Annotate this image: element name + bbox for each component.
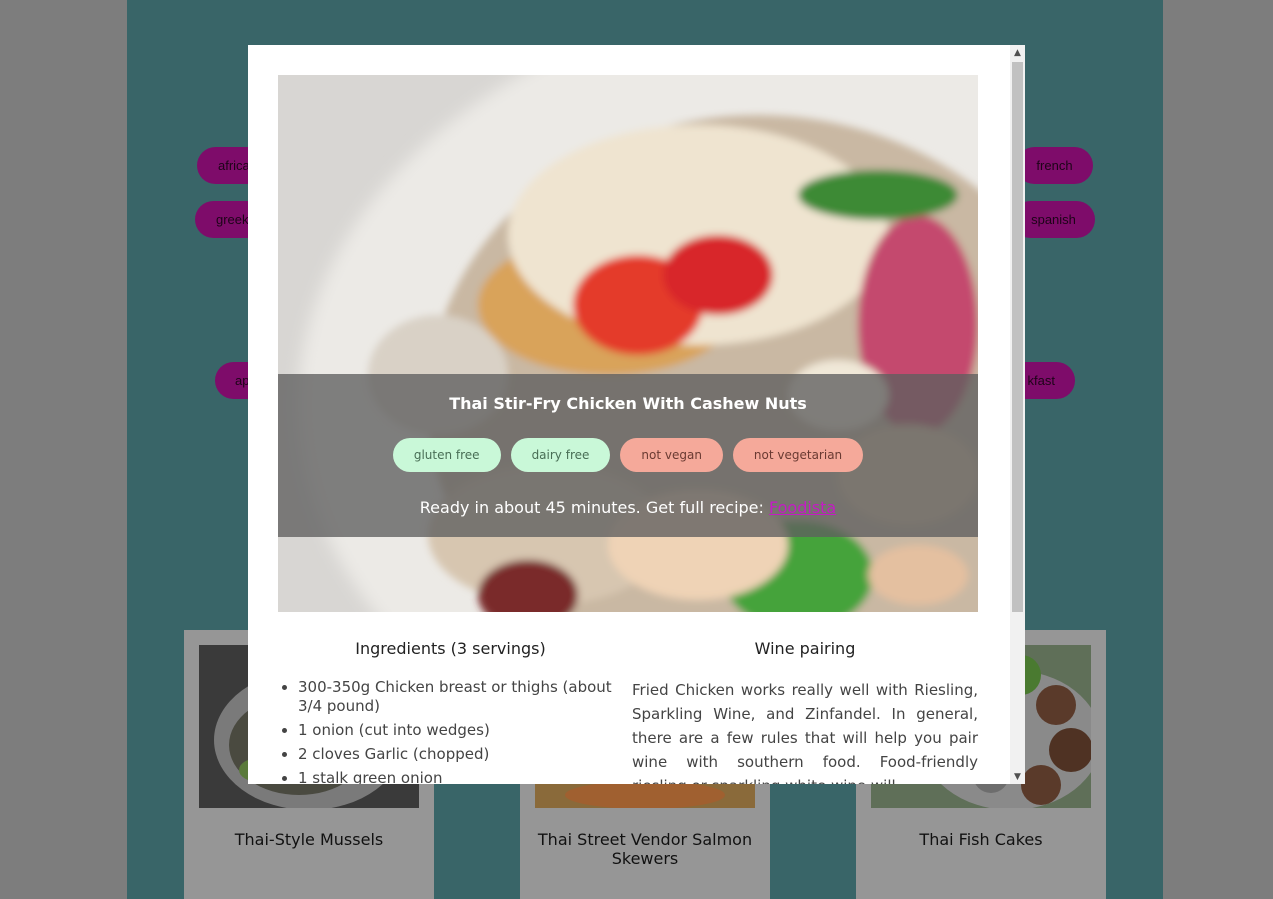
recipe-card-title: Thai-Style Mussels bbox=[234, 830, 384, 849]
ingredient-item: 1 stalk green onion bbox=[298, 769, 623, 784]
scroll-down-arrow-icon[interactable]: ▼ bbox=[1010, 769, 1025, 784]
scroll-thumb[interactable] bbox=[1012, 62, 1023, 612]
modal-scrollbar[interactable]: ▲ ▼ bbox=[1010, 45, 1025, 784]
cuisine-chip-french[interactable]: french bbox=[1016, 147, 1093, 184]
wine-pairing-text: Fried Chicken works really well with Rie… bbox=[632, 681, 978, 784]
ingredient-item: 300-350g Chicken breast or thighs (about… bbox=[298, 678, 623, 716]
scroll-up-arrow-icon[interactable]: ▲ bbox=[1010, 45, 1025, 60]
wine-pairing-section: Wine pairing Fried Chicken works really … bbox=[632, 639, 978, 784]
wine-pairing-heading: Wine pairing bbox=[754, 639, 856, 658]
recipe-info-band: Thai Stir-Fry Chicken With Cashew Nuts g… bbox=[278, 374, 978, 537]
source-link[interactable]: Foodista bbox=[769, 498, 836, 517]
diet-tag-not-vegan: not vegan bbox=[620, 438, 723, 472]
recipe-card-title: Thai Street Vendor Salmon Skewers bbox=[537, 830, 753, 868]
recipe-card-title: Thai Fish Cakes bbox=[919, 830, 1043, 849]
ingredients-section: Ingredients (3 servings) 300-350g Chicke… bbox=[278, 639, 623, 784]
ready-time-text: Ready in about 45 minutes. Get full reci… bbox=[278, 498, 978, 517]
ingredient-item: 1 onion (cut into wedges) bbox=[298, 721, 623, 740]
diet-tag-gluten-free: gluten free bbox=[392, 438, 501, 472]
diet-tag-dairy-free: dairy free bbox=[510, 438, 611, 472]
diet-tags: gluten free dairy free not vegan not veg… bbox=[278, 438, 978, 472]
ready-time-label: Ready in about 45 minutes. Get full reci… bbox=[419, 498, 769, 517]
ingredients-heading: Ingredients (3 servings) bbox=[355, 639, 546, 658]
recipe-hero-image: x Thai Stir-Fry Chicken With Cashew Nuts… bbox=[278, 75, 978, 612]
ingredient-item: 2 cloves Garlic (chopped) bbox=[298, 745, 623, 764]
diet-tag-not-vegetarian: not vegetarian bbox=[732, 438, 864, 472]
recipe-title: Thai Stir-Fry Chicken With Cashew Nuts bbox=[449, 394, 807, 413]
ingredients-list: 300-350g Chicken breast or thighs (about… bbox=[278, 678, 623, 784]
recipe-modal: x Thai Stir-Fry Chicken With Cashew Nuts… bbox=[248, 45, 1025, 784]
